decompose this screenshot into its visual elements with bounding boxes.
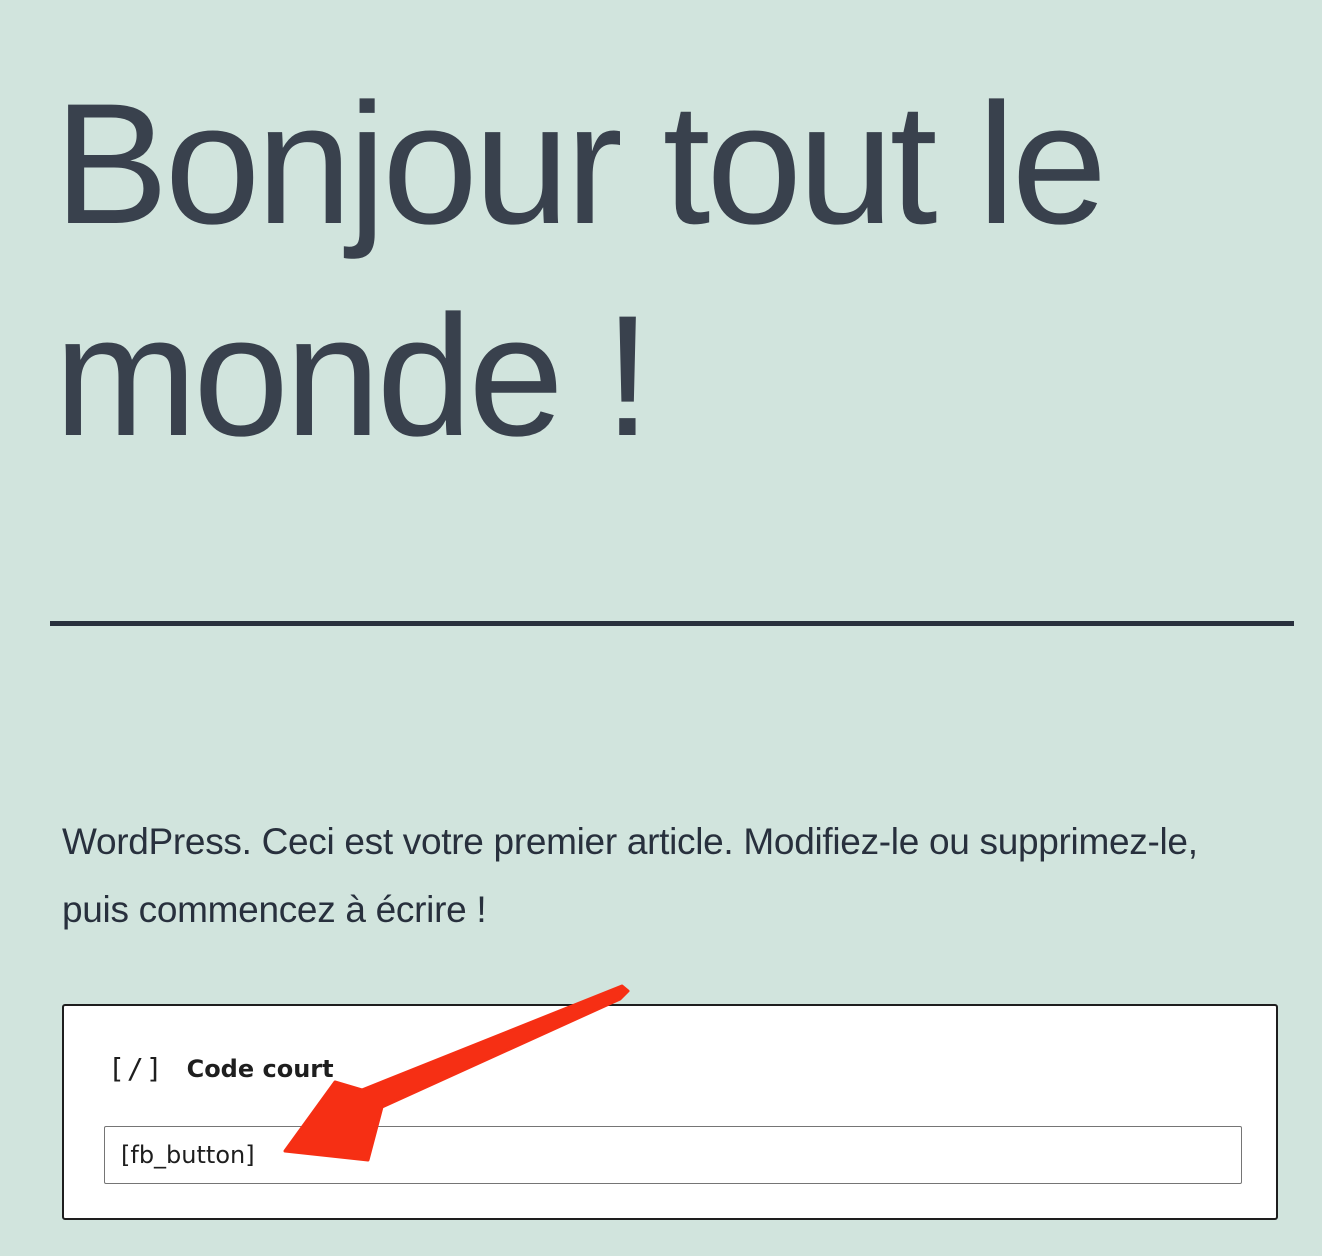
post-title: Bonjour tout le monde ! (54, 68, 1107, 472)
shortcode-block[interactable]: [/] Code court (62, 1004, 1278, 1220)
block-label: [/] Code court (108, 1052, 334, 1085)
separator (50, 621, 1294, 626)
post-paragraph: WordPress. Ceci est votre premier articl… (62, 821, 1198, 930)
shortcode-icon: [/] (108, 1052, 165, 1085)
shortcode-input[interactable] (104, 1126, 1242, 1184)
block-title: Code court (186, 1054, 334, 1083)
